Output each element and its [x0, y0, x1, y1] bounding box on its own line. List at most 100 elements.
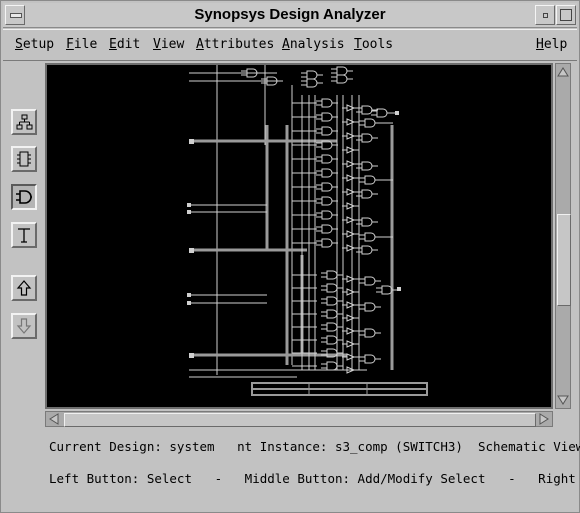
schematic-gate — [326, 322, 338, 332]
schematic-inverter — [346, 104, 356, 112]
application-window: Synopsys Design Analyzer Setup File Edit… — [0, 0, 580, 513]
horizontal-scrollbar[interactable] — [45, 411, 553, 427]
schematic-port — [397, 287, 401, 291]
scroll-down-icon[interactable] — [556, 393, 570, 407]
chip-tool-button[interactable] — [11, 146, 37, 172]
up-arrow-icon — [16, 280, 32, 296]
schematic-gate — [321, 126, 333, 136]
menu-edit[interactable]: Edit — [109, 37, 140, 52]
schematic-gate — [321, 154, 333, 164]
minimize-icon[interactable] — [535, 5, 555, 25]
schematic-gate — [364, 328, 376, 338]
schematic-port — [189, 353, 194, 358]
schematic-gate — [326, 309, 338, 319]
schematic-gate — [321, 238, 333, 248]
menu-file[interactable]: File — [66, 37, 97, 52]
schematic-gate — [364, 175, 376, 185]
scroll-left-icon[interactable] — [47, 412, 61, 426]
schematic-inverter — [346, 288, 356, 296]
schematic-port — [187, 203, 191, 207]
schematic-gate — [364, 118, 376, 128]
push-up-tool-button[interactable] — [11, 275, 37, 301]
schematic-gate — [326, 361, 338, 371]
schematic-gate — [321, 210, 333, 220]
menu-setup[interactable]: Setup — [15, 37, 54, 52]
gate-tool-button[interactable] — [11, 184, 37, 210]
schematic-port — [187, 210, 191, 214]
menu-analysis[interactable]: Analysis — [282, 37, 345, 52]
status-line-buttons: Left Button: Select - Middle Button: Add… — [49, 471, 580, 486]
text-icon — [18, 228, 30, 243]
schematic-gate — [364, 302, 376, 312]
scroll-right-icon[interactable] — [537, 412, 551, 426]
schematic-inverter — [346, 160, 356, 168]
schematic-inverter — [346, 216, 356, 224]
schematic-inverter — [346, 174, 356, 182]
schematic-gate — [306, 70, 318, 80]
maximize-icon[interactable] — [556, 5, 576, 25]
schematic-gate — [326, 283, 338, 293]
menu-attributes[interactable]: Attributes — [196, 37, 274, 52]
schematic-gate — [364, 354, 376, 364]
schematic-canvas[interactable] — [45, 63, 553, 409]
schematic-gate — [361, 161, 373, 171]
schematic-gate — [336, 66, 348, 76]
schematic-inverter — [346, 132, 356, 140]
menu-tools[interactable]: Tools — [354, 37, 393, 52]
schematic-port — [189, 248, 194, 253]
schematic-gate — [321, 112, 333, 122]
schematic-drawing — [187, 65, 428, 396]
schematic-gate — [326, 296, 338, 306]
push-down-tool-button[interactable] — [11, 313, 37, 339]
schematic-port — [187, 301, 191, 305]
schematic-inverter — [346, 314, 356, 322]
hierarchy-icon — [16, 114, 33, 130]
schematic-inverter — [346, 353, 356, 361]
schematic-gate — [321, 168, 333, 178]
schematic-gate — [326, 270, 338, 280]
schematic-inverter — [346, 188, 356, 196]
schematic-gate — [376, 108, 388, 118]
schematic-inverter — [346, 340, 356, 348]
schematic-gate — [306, 78, 318, 88]
schematic-gate — [361, 245, 373, 255]
menu-bar: Setup File Edit View Attributes Analysis… — [3, 29, 577, 61]
schematic-gate — [321, 182, 333, 192]
vertical-scrollbar[interactable] — [555, 63, 571, 409]
schematic-gate — [361, 105, 373, 115]
title-bar[interactable]: Synopsys Design Analyzer — [3, 3, 577, 28]
vertical-scroll-thumb[interactable] — [557, 214, 571, 306]
gate-icon — [16, 190, 32, 204]
hierarchy-tool-button[interactable] — [11, 109, 37, 135]
schematic-inverter — [346, 118, 356, 126]
schematic-gate — [364, 276, 376, 286]
schematic-inverter — [346, 244, 356, 252]
schematic-port — [187, 293, 191, 297]
schematic-inverter — [346, 230, 356, 238]
horizontal-scroll-thumb[interactable] — [64, 413, 536, 427]
schematic-gate — [361, 217, 373, 227]
chip-icon — [17, 151, 31, 167]
schematic-gate — [336, 74, 348, 84]
schematic-gate — [361, 189, 373, 199]
schematic-inverter — [346, 327, 356, 335]
schematic-port — [395, 111, 399, 115]
schematic-inverter — [346, 301, 356, 309]
text-tool-button[interactable] — [11, 222, 37, 248]
scroll-up-icon[interactable] — [556, 65, 570, 79]
schematic-gate — [361, 133, 373, 143]
schematic-gate — [364, 232, 376, 242]
schematic-gate — [321, 196, 333, 206]
status-line-design: Current Design: system nt Instance: s3_c… — [49, 439, 580, 454]
schematic-inverter — [346, 146, 356, 154]
menu-help[interactable]: Help — [536, 37, 567, 52]
schematic-port — [189, 139, 194, 144]
schematic-gate — [321, 224, 333, 234]
schematic-gate — [326, 335, 338, 345]
menu-view[interactable]: View — [153, 37, 184, 52]
schematic-gate — [321, 98, 333, 108]
schematic-inverter — [346, 275, 356, 283]
window-title: Synopsys Design Analyzer — [194, 6, 386, 23]
down-arrow-icon — [16, 318, 32, 334]
schematic-inverter — [346, 202, 356, 210]
